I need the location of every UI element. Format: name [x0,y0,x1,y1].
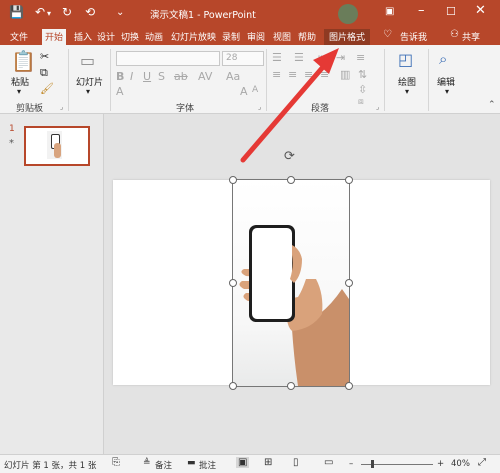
notes-button[interactable]: 备注 [155,459,172,471]
slide-count-status: 幻灯片 第 1 张，共 1 张 [4,461,97,471]
zoom-in-icon[interactable]: + [437,459,444,469]
reading-view-icon[interactable]: ▯ [293,457,299,468]
normal-view-icon[interactable]: ▣ [236,457,250,468]
accessibility-icon[interactable]: ⎘ [112,457,120,468]
zoom-out-icon[interactable]: – [349,459,353,469]
fit-to-window-icon[interactable]: ⤢ [478,457,486,468]
zoom-level[interactable]: 40% [451,459,470,469]
annotation-arrow [240,48,339,163]
status-bar: 幻灯片 第 1 张，共 1 张 ⎘ ≜ 备注 ▬ 批注 ▣ ⊞ ▯ ▭ – + … [0,454,500,473]
comments-icon: ▬ [187,458,196,468]
comments-button[interactable]: 批注 [199,459,216,471]
notes-icon: ≜ [143,458,151,468]
slide-sorter-icon[interactable]: ⊞ [264,457,272,468]
slideshow-icon[interactable]: ▭ [324,457,333,468]
zoom-slider-thumb[interactable] [371,460,374,468]
